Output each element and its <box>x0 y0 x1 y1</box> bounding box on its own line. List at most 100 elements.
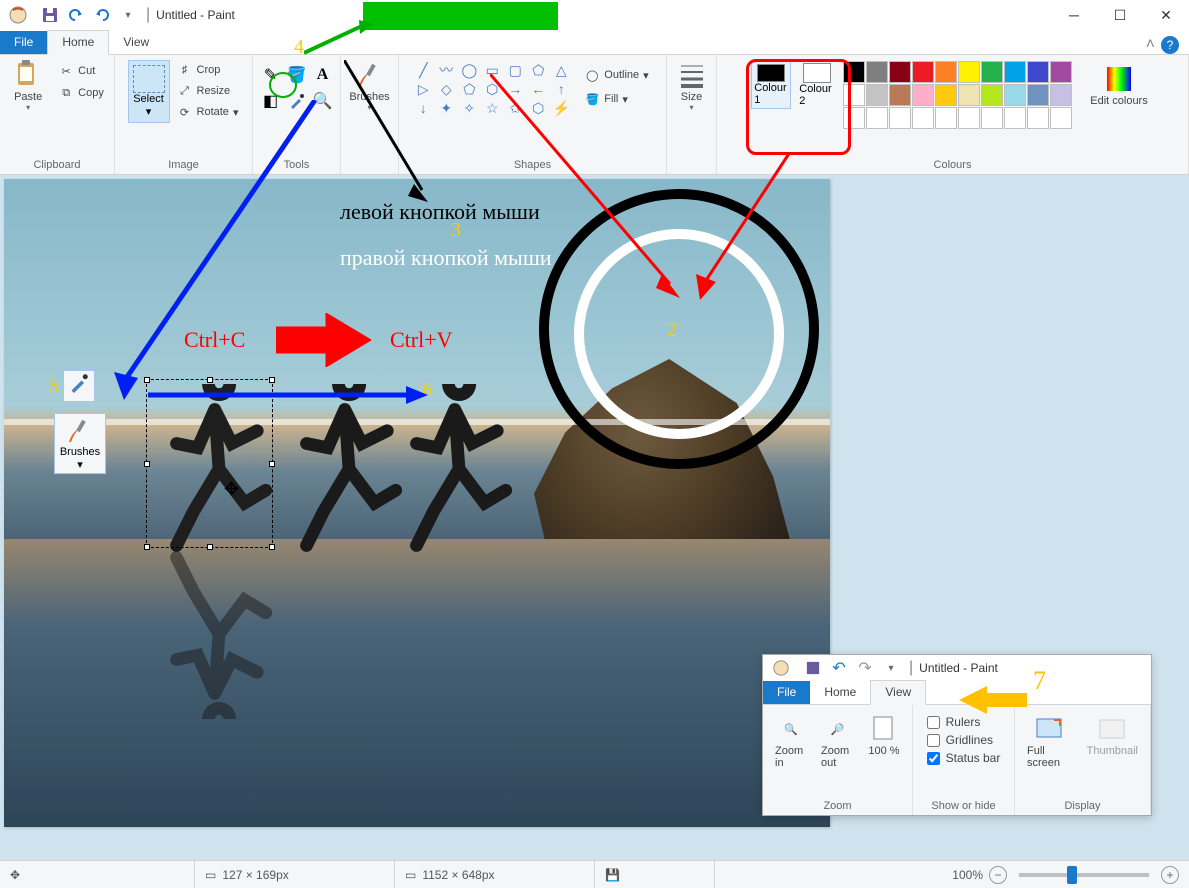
palette-empty[interactable] <box>912 107 934 129</box>
colour2-button[interactable]: Colour 2 <box>797 61 837 109</box>
fullscreen-button[interactable]: Full screen <box>1021 711 1077 771</box>
zoom-slider[interactable] <box>1019 873 1149 877</box>
edit-colours-button[interactable]: Edit colours <box>1084 61 1153 109</box>
palette-colour[interactable] <box>843 61 865 83</box>
palette-colour[interactable] <box>935 84 957 106</box>
fill-tool[interactable]: 🪣 <box>285 63 309 87</box>
resize-button[interactable]: ⤢Resize <box>173 81 243 101</box>
palette-empty[interactable] <box>958 107 980 129</box>
palette-colour[interactable] <box>1027 84 1049 106</box>
runner-1 <box>154 384 284 554</box>
rulers-checkbox[interactable]: Rulers <box>927 713 981 731</box>
canvas[interactable]: ✥ левой кнопкой мыши правой кнопкой мыши… <box>4 179 830 827</box>
copy-button[interactable]: ⧉Copy <box>54 83 108 103</box>
colour1-button[interactable]: Colour 1 <box>751 61 791 109</box>
palette-colour[interactable] <box>866 84 888 106</box>
palette-colour[interactable] <box>958 61 980 83</box>
redo-button[interactable] <box>90 3 114 27</box>
palette-colour[interactable] <box>1004 61 1026 83</box>
tab-home[interactable]: Home <box>47 30 109 55</box>
undo-button[interactable] <box>64 3 88 27</box>
shape-outline-button[interactable]: ◯Outline ▾ <box>580 65 652 85</box>
palette-colour[interactable] <box>935 61 957 83</box>
annot-red-arrow <box>276 313 371 367</box>
selection-rectangle[interactable] <box>146 379 273 548</box>
inset-save-button[interactable] <box>801 656 825 680</box>
crop-button[interactable]: ♯Crop <box>173 60 243 80</box>
palette-colour[interactable] <box>981 84 1003 106</box>
group-shapes: ╱〰◯▭▢⬠△ ▷◇⬠⬡→←↑ ↓✦✧☆✩⬡⚡ ◯Outline ▾ 🪣Fill… <box>399 55 667 174</box>
palette-colour[interactable] <box>981 61 1003 83</box>
brushes-button[interactable]: Brushes▾ <box>343 57 395 114</box>
inset-tab-view[interactable]: View <box>870 680 926 705</box>
gridlines-checkbox[interactable]: Gridlines <box>927 731 993 749</box>
palette-colour[interactable] <box>1050 84 1072 106</box>
colour-palette[interactable] <box>843 61 1072 129</box>
inset-redo-button[interactable]: ↷ <box>853 656 877 680</box>
window-title: Untitled - Paint <box>156 8 235 22</box>
shape-gallery[interactable]: ╱〰◯▭▢⬠△ ▷◇⬠⬡→←↑ ↓✦✧☆✩⬡⚡ <box>412 61 572 117</box>
inset-tab-home[interactable]: Home <box>810 681 870 704</box>
paste-button[interactable]: Paste▾ <box>6 57 50 114</box>
floating-eyedropper[interactable] <box>63 370 95 402</box>
shape-fill-button[interactable]: 🪣Fill ▾ <box>580 89 652 109</box>
palette-empty[interactable] <box>935 107 957 129</box>
palette-empty[interactable] <box>1050 107 1072 129</box>
palette-colour[interactable] <box>843 84 865 106</box>
text-tool[interactable]: A <box>311 63 335 87</box>
palette-empty[interactable] <box>1027 107 1049 129</box>
collapse-ribbon-icon[interactable]: ˄ <box>1146 36 1155 54</box>
select-button[interactable]: Select▾ <box>128 60 170 123</box>
palette-colour[interactable] <box>912 61 934 83</box>
pencil-tool[interactable]: ✎ <box>259 63 283 87</box>
palette-colour[interactable] <box>1004 84 1026 106</box>
inset-tab-file[interactable]: File <box>763 681 810 704</box>
eyedropper-tool[interactable] <box>285 89 309 113</box>
tab-view[interactable]: View <box>109 31 163 54</box>
annot-num-3: 3 <box>451 219 461 242</box>
palette-colour[interactable] <box>866 61 888 83</box>
inset-qat-customize[interactable]: ▾ <box>879 656 903 680</box>
ribbon-right: ˄ ? <box>1146 36 1189 54</box>
thumbnail-button[interactable]: Thumbnail <box>1081 711 1144 759</box>
runner-2 <box>284 384 414 554</box>
zoom-100-button[interactable]: 100 % <box>862 711 906 759</box>
palette-empty[interactable] <box>889 107 911 129</box>
zoom-out-button[interactable]: 🔎Zoom out <box>815 711 860 771</box>
minimize-button[interactable]: ─ <box>1051 0 1097 30</box>
selection-size-icon: ▭ <box>205 868 216 882</box>
help-icon[interactable]: ? <box>1161 36 1179 54</box>
zoom-out-btn[interactable]: − <box>989 866 1007 884</box>
statusbar-checkbox[interactable]: Status bar <box>927 749 1001 767</box>
palette-colour[interactable] <box>889 84 911 106</box>
palette-empty[interactable] <box>981 107 1003 129</box>
magnifier-tool[interactable]: 🔍 <box>311 89 335 113</box>
app-icon <box>4 1 32 29</box>
palette-colour[interactable] <box>1050 61 1072 83</box>
tab-file[interactable]: File <box>0 31 47 54</box>
qat-customize[interactable]: ▾ <box>116 3 140 27</box>
rotate-button[interactable]: ⟳Rotate ▾ <box>173 102 243 122</box>
maximize-button[interactable]: ☐ <box>1097 0 1143 30</box>
cut-button[interactable]: ✂Cut <box>54 61 108 81</box>
window-controls: ─ ☐ ✕ <box>1051 0 1189 30</box>
annot-num-6: 6 <box>422 379 432 402</box>
close-button[interactable]: ✕ <box>1143 0 1189 30</box>
wave-line <box>4 419 830 425</box>
palette-empty[interactable] <box>866 107 888 129</box>
eraser-tool[interactable]: ◧ <box>259 89 283 113</box>
palette-colour[interactable] <box>889 61 911 83</box>
palette-empty[interactable] <box>843 107 865 129</box>
palette-colour[interactable] <box>1027 61 1049 83</box>
status-position: ✥ <box>0 861 195 888</box>
inset-undo-button[interactable]: ↶ <box>827 656 851 680</box>
palette-colour[interactable] <box>912 84 934 106</box>
palette-colour[interactable] <box>958 84 980 106</box>
size-button[interactable]: Size▾ <box>670 57 714 114</box>
save-button[interactable] <box>38 3 62 27</box>
annot-num-1: 1 <box>330 329 340 352</box>
palette-empty[interactable] <box>1004 107 1026 129</box>
zoom-in-btn[interactable]: + <box>1161 866 1179 884</box>
floating-brushes[interactable]: Brushes▾ <box>54 413 106 474</box>
zoom-in-button[interactable]: 🔍Zoom in <box>769 711 813 771</box>
